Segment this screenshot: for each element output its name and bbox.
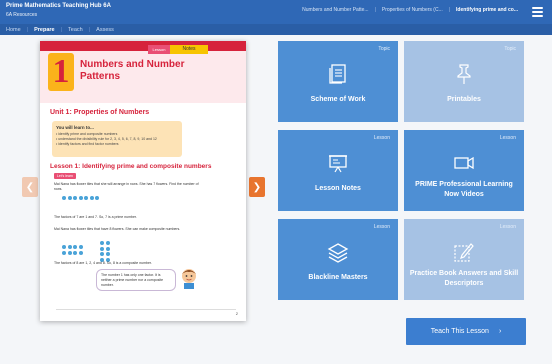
- tile-tag: Topic: [504, 46, 516, 52]
- chapter-number: 1: [48, 53, 74, 91]
- breadcrumb-item[interactable]: Numbers and Number Patte...: [302, 7, 368, 13]
- tile-lesson-notes[interactable]: Lesson Lesson Notes: [278, 130, 398, 211]
- presentation-icon: [329, 155, 347, 173]
- page-footer: [56, 309, 236, 312]
- teach-this-lesson-button[interactable]: Teach This Lesson ›: [406, 318, 526, 345]
- book-tab-label: Lesson: [148, 45, 170, 54]
- nav-item-prepare[interactable]: Prepare: [34, 27, 55, 33]
- book-page-preview[interactable]: Lesson Notes 1 Numbers and Number Patter…: [40, 41, 246, 321]
- question-text: Mai Nana has flower tiles that have 8 fl…: [54, 227, 181, 231]
- nav-item-assess[interactable]: Assess: [96, 27, 114, 33]
- breadcrumb-separator: |: [374, 7, 376, 13]
- previous-page-arrow-icon[interactable]: ❮: [22, 177, 38, 197]
- teach-button-label: Teach This Lesson: [430, 328, 489, 335]
- learn-heading: You will learn to...: [56, 125, 94, 130]
- tile-printables[interactable]: Topic Printables: [404, 41, 524, 122]
- document-icon: [329, 64, 346, 84]
- question-text: Mai Nana has flower tiles that she will …: [54, 182, 199, 191]
- nav-separator: |: [60, 26, 63, 33]
- lets-learn-badge: Let's learn: [54, 173, 76, 179]
- chevron-right-icon: ›: [498, 328, 502, 335]
- question-note: The factors of 8 are 1, 2, 4 and 8. So, …: [54, 261, 152, 265]
- speech-bubble: The number 1 has only one factor. It is …: [96, 269, 176, 291]
- next-page-arrow-icon[interactable]: ❯: [249, 177, 265, 197]
- tile-blackline-masters[interactable]: Lesson Blackline Masters: [278, 219, 398, 300]
- breadcrumb-item-current[interactable]: Identifying prime and co...: [456, 7, 518, 13]
- book-tab-label: Notes: [170, 45, 208, 54]
- tile-label: PRIME Professional Learning Now Videos: [415, 181, 513, 198]
- nav-item-teach[interactable]: Teach: [68, 27, 83, 33]
- learning-objectives-box: You will learn to... • identify prime an…: [52, 121, 182, 157]
- chapter-title: Numbers and Number Patterns: [80, 59, 185, 82]
- breadcrumb-item[interactable]: Properties of Numbers (C...: [382, 7, 443, 13]
- layers-icon: [327, 243, 349, 263]
- nav-separator: |: [26, 26, 29, 33]
- tile-label: Printables: [447, 96, 481, 103]
- tile-professional-learning-videos[interactable]: Lesson PRIME Professional Learning Now V…: [404, 130, 524, 211]
- tile-tag: Topic: [378, 46, 390, 52]
- flower-dots-row: [62, 196, 99, 200]
- tile-tag: Lesson: [499, 135, 516, 141]
- hamburger-menu-icon[interactable]: [528, 3, 546, 21]
- tile-practice-book-answers[interactable]: Lesson Practice Book Answers and Skill D…: [404, 219, 524, 300]
- child-avatar-icon: [182, 269, 196, 289]
- breadcrumb-separator: |: [448, 7, 451, 13]
- tile-tag: Lesson: [373, 135, 390, 141]
- lesson-title: Lesson 1: Identifying prime and composit…: [50, 163, 212, 170]
- tile-label: Scheme of Work: [310, 96, 366, 103]
- nav-item-home[interactable]: Home: [6, 27, 21, 33]
- unit-title: Unit 1: Properties of Numbers: [50, 109, 150, 116]
- tile-tag: Lesson: [499, 224, 516, 230]
- pin-icon: [457, 64, 471, 84]
- app-subtitle: 6A Resources: [6, 12, 38, 18]
- edit-icon: [454, 243, 474, 262]
- tile-tag: Lesson: [373, 224, 390, 230]
- main-nav: Home | Prepare | Teach | Assess: [0, 24, 552, 35]
- video-icon: [454, 156, 474, 170]
- question-note: The factors of 7 are 1 and 7. So, 7 is a…: [54, 215, 137, 219]
- flower-dots-grid: [100, 241, 110, 262]
- learn-point: • identify factors and find factor numbe…: [56, 142, 119, 146]
- tile-label: Practice Book Answers and Skill Descript…: [409, 270, 519, 287]
- tile-scheme-of-work[interactable]: Topic Scheme of Work: [278, 41, 398, 122]
- top-bar: Prime Mathematics Teaching Hub 6A 6A Res…: [0, 0, 552, 24]
- tile-label: Blackline Masters: [308, 274, 368, 281]
- flower-dots-grid: [62, 245, 83, 255]
- tile-label: Lesson Notes: [315, 185, 361, 192]
- breadcrumb: Numbers and Number Patte... | Properties…: [302, 7, 518, 13]
- content-area: ❮ ❯ Lesson Notes 1 Numbers and Number Pa…: [0, 35, 552, 364]
- app-title: Prime Mathematics Teaching Hub 6A: [6, 3, 111, 9]
- nav-separator: |: [88, 26, 91, 33]
- page-number: 2: [235, 311, 238, 316]
